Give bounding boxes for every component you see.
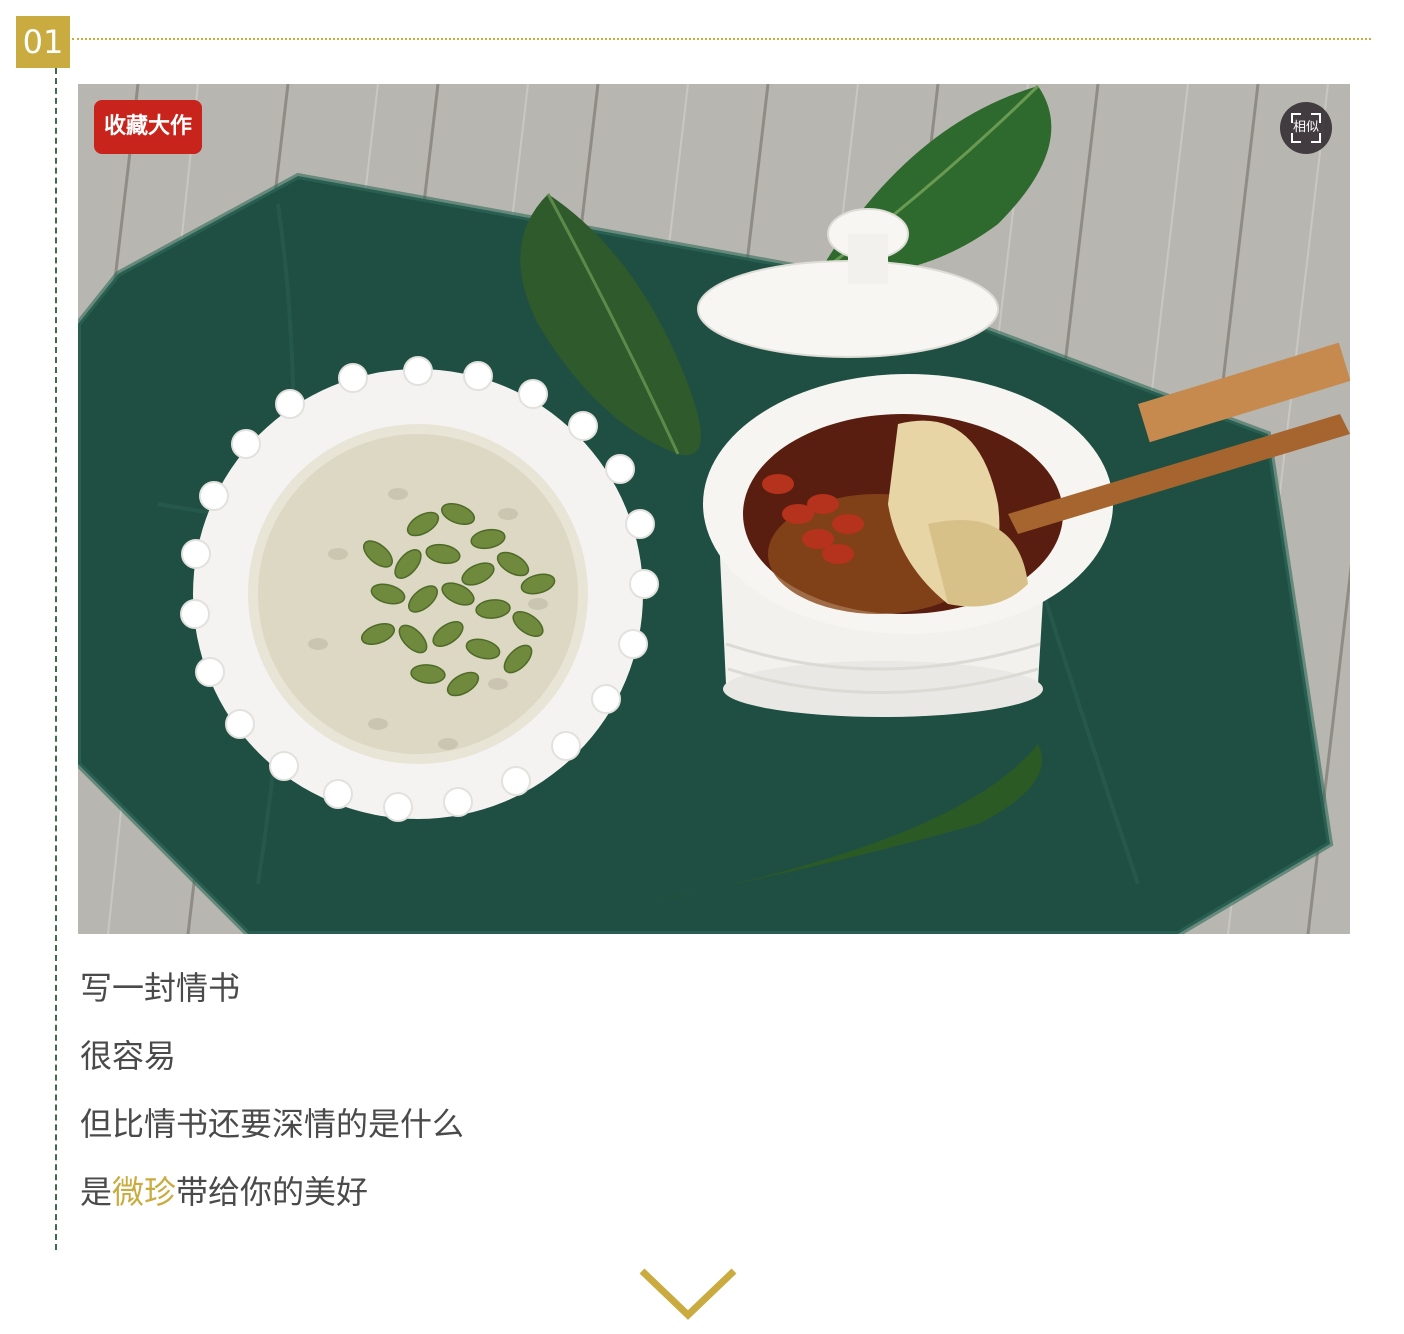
brand-highlight: 微珍	[112, 1173, 177, 1211]
scroll-down-button[interactable]	[639, 1266, 737, 1322]
section-divider-line	[72, 38, 1371, 40]
find-similar-button[interactable]: 相似	[1280, 102, 1332, 154]
collection-badge: 收藏大作	[94, 100, 203, 154]
chevron-down-icon	[639, 1268, 737, 1320]
poem-text: 写一封情书 很容易 但比情书还要深情的是什么 是微珍带给你的美好	[80, 962, 464, 1234]
section-side-rule	[55, 68, 57, 1250]
poem-line-4-end: 带给你的美好	[176, 1173, 369, 1211]
poem-line-1: 写一封情书	[80, 969, 241, 1007]
food-photo-illustration	[78, 84, 1350, 934]
poem-line-4-start: 是	[80, 1173, 113, 1211]
section-number-badge: 01	[16, 16, 70, 68]
poem-line-4: 是微珍带给你的美好	[80, 1166, 464, 1234]
food-photo[interactable]: 收藏大作 相似	[78, 84, 1350, 934]
poem-line-3: 但比情书还要深情的是什么	[80, 1105, 465, 1143]
find-similar-label: 相似	[1292, 120, 1319, 135]
poem-line-2: 很容易	[80, 1037, 177, 1075]
